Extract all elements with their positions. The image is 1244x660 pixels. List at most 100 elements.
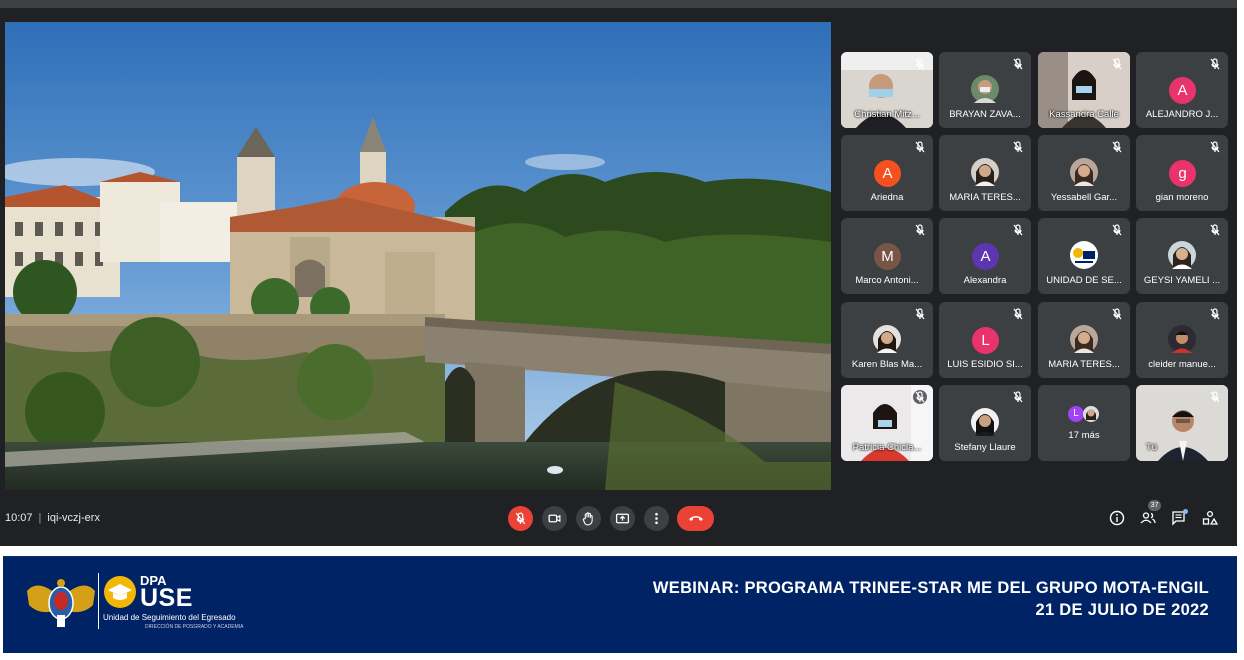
mic-off-icon xyxy=(1210,391,1220,403)
participant-name: Yessabell Gar... xyxy=(1050,192,1118,203)
participant-tile[interactable]: Patricia Chicla... xyxy=(841,385,933,461)
mic-off-icon xyxy=(515,512,526,525)
camera-toggle-button[interactable] xyxy=(542,506,567,531)
participant-avatar-letter: A xyxy=(972,243,999,270)
raise-hand-button[interactable] xyxy=(576,506,601,531)
more-options-icon xyxy=(655,512,658,525)
participant-name: Patricia Chicla... xyxy=(852,442,922,453)
chat-notification-dot xyxy=(1183,509,1188,514)
mic-off-icon xyxy=(1210,141,1220,153)
end-call-button[interactable] xyxy=(677,506,714,531)
stage-scene xyxy=(5,22,831,490)
participant-tile[interactable]: cleider manue... xyxy=(1136,302,1228,378)
meeting-time: 10:07 xyxy=(5,512,33,524)
participant-avatar-photo xyxy=(1070,158,1098,186)
mic-off-icon xyxy=(1112,224,1122,236)
end-call-icon xyxy=(689,516,703,521)
participant-tile[interactable]: A Alexandra xyxy=(939,218,1031,294)
self-tile[interactable]: Tú xyxy=(1136,385,1228,461)
participant-tile[interactable]: L LUIS ESIDIO SI... xyxy=(939,302,1031,378)
more-avatar-letter: L xyxy=(1068,406,1084,422)
people-count-badge: 37 xyxy=(1148,500,1161,511)
meet-window: Christian Mitz... BRAYAN ZAVA... Kassand… xyxy=(0,0,1237,546)
participant-name: ALEJANDRO J... xyxy=(1145,109,1219,120)
main-stage-video[interactable] xyxy=(5,22,831,490)
people-icon[interactable] xyxy=(1139,509,1157,527)
participant-name: GEYSI YAMELI ... xyxy=(1143,275,1221,286)
mic-toggle-button[interactable] xyxy=(508,506,533,531)
participant-avatar-letter: A xyxy=(874,160,901,187)
more-options-button[interactable] xyxy=(644,506,669,531)
mic-off-icon xyxy=(1210,308,1220,320)
participant-tile[interactable]: MARIA TERES... xyxy=(939,135,1031,211)
participant-name: gian moreno xyxy=(1155,192,1209,203)
participant-tile[interactable]: g gian moreno xyxy=(1136,135,1228,211)
participant-tile[interactable]: Karen Blas Ma... xyxy=(841,302,933,378)
participant-name: Ariedna xyxy=(870,192,904,203)
graduation-cap-icon xyxy=(104,576,136,608)
more-participants-tile[interactable]: L 17 más xyxy=(1038,385,1130,461)
more-participants-label: 17 más xyxy=(1068,430,1100,441)
screen: Christian Mitz... BRAYAN ZAVA... Kassand… xyxy=(0,0,1244,660)
participant-avatar-photo xyxy=(1168,241,1196,269)
participant-avatar-photo xyxy=(1168,325,1196,353)
mic-off-icon xyxy=(1013,58,1023,70)
participant-tile[interactable]: Stefany Llaure xyxy=(939,385,1031,461)
camera-icon xyxy=(548,514,561,523)
participant-avatar-letter: M xyxy=(874,243,901,270)
participant-name: Karen Blas Ma... xyxy=(851,359,923,370)
participant-avatar-letter: L xyxy=(972,327,999,354)
mic-off-icon xyxy=(1112,141,1122,153)
present-screen-button[interactable] xyxy=(610,506,635,531)
mic-off-icon xyxy=(1013,224,1023,236)
participant-tile[interactable]: Yessabell Gar... xyxy=(1038,135,1130,211)
activities-icon[interactable] xyxy=(1201,509,1219,527)
window-top-bar xyxy=(0,0,1237,8)
participant-name: Stefany Llaure xyxy=(954,442,1016,453)
participant-tile[interactable]: M Marco Antoni... xyxy=(841,218,933,294)
participant-name: cleider manue... xyxy=(1148,359,1216,370)
participant-tile[interactable]: UNIDAD DE SE... xyxy=(1038,218,1130,294)
participant-avatar-photo xyxy=(873,325,901,353)
participant-avatar-photo xyxy=(1083,406,1099,422)
logo-tiny-text: DIRECCIÓN DE POSGRADO Y ACADEMIA xyxy=(145,624,244,630)
mic-off-icon xyxy=(1013,141,1023,153)
participant-name: MARIA TERES... xyxy=(949,192,1021,203)
participant-name: Kassandra Calle xyxy=(1049,109,1119,120)
present-icon xyxy=(615,513,630,524)
participant-name: Alexandra xyxy=(963,275,1007,286)
info-icon[interactable] xyxy=(1108,509,1126,527)
participant-tile[interactable]: MARIA TERES... xyxy=(1038,302,1130,378)
mic-off-icon xyxy=(913,390,927,404)
participant-tile[interactable]: A Ariedna xyxy=(841,135,933,211)
university-crest-logo xyxy=(27,579,95,627)
mic-off-icon xyxy=(1210,224,1220,236)
mic-off-icon xyxy=(1013,308,1023,320)
mic-off-icon xyxy=(915,58,925,70)
participant-tile[interactable]: GEYSI YAMELI ... xyxy=(1136,218,1228,294)
meeting-info: 10:07 | iqi-vczj-erx xyxy=(5,512,106,524)
participant-tile[interactable]: BRAYAN ZAVA... xyxy=(939,52,1031,128)
participant-name: LUIS ESIDIO SI... xyxy=(947,359,1023,370)
mic-off-icon xyxy=(1013,391,1023,403)
mic-off-icon xyxy=(1112,58,1122,70)
meeting-code: iqi-vczj-erx xyxy=(47,512,100,524)
participant-tile[interactable]: Christian Mitz... xyxy=(841,52,933,128)
webinar-date: 21 DE JULIO DE 2022 xyxy=(1035,601,1209,619)
logo-subtitle: Unidad de Seguimiento del Egresado xyxy=(103,613,236,622)
participant-name: UNIDAD DE SE... xyxy=(1046,275,1122,286)
participant-avatar-letter: A xyxy=(1169,77,1196,104)
participant-tile[interactable]: A ALEJANDRO J... xyxy=(1136,52,1228,128)
mic-off-icon xyxy=(915,141,925,153)
mic-off-icon xyxy=(915,224,925,236)
participant-name: Christian Mitz... xyxy=(854,109,920,120)
participant-name: Marco Antoni... xyxy=(855,275,919,286)
participant-avatar-photo xyxy=(971,158,999,186)
participant-avatar-photo xyxy=(1070,325,1098,353)
use-logo-avatar xyxy=(1070,241,1098,269)
webinar-banner: DPA USE Unidad de Seguimiento del Egresa… xyxy=(3,556,1237,653)
participant-tile[interactable]: Kassandra Calle xyxy=(1038,52,1130,128)
webinar-title: WEBINAR: PROGRAMA TRINEE-STAR ME DEL GRU… xyxy=(652,579,1209,597)
logo-divider xyxy=(98,573,99,629)
logo-use-text: USE xyxy=(140,584,193,612)
